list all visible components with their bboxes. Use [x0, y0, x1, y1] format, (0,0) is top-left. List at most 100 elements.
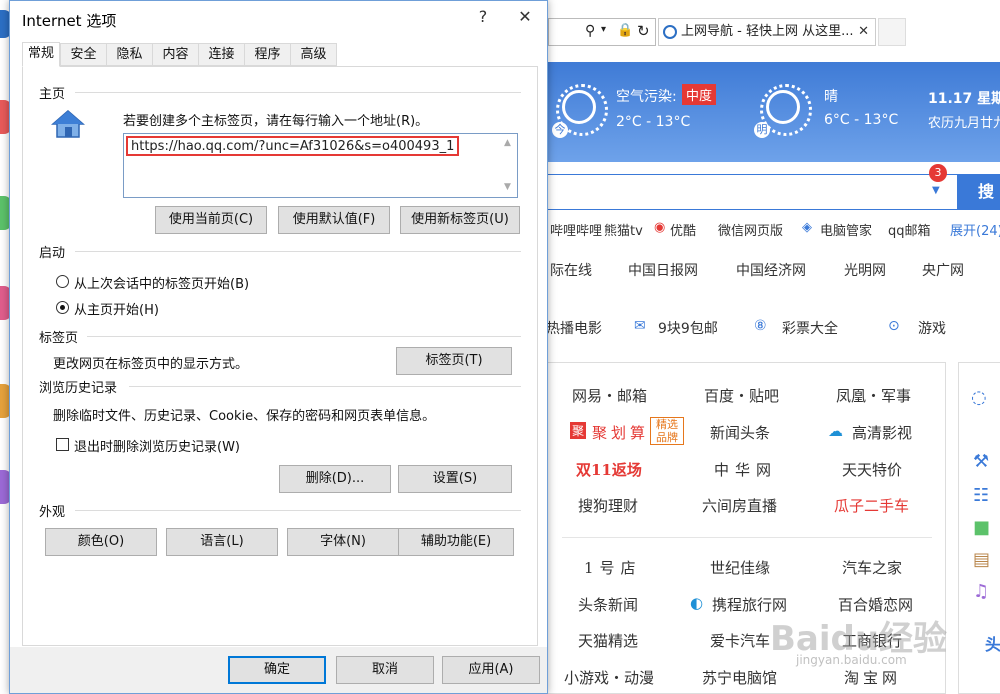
site-link[interactable]: 汽车之家 [842, 557, 902, 578]
delete-history-button[interactable]: 删除(D)... [279, 465, 391, 493]
textarea-scrollbar[interactable]: ▲ ▼ [501, 134, 517, 197]
dialog-title: Internet 选项 [22, 12, 117, 30]
quick-link[interactable]: 熊猫tv [604, 220, 643, 239]
tab-connections[interactable]: 连接 [198, 43, 245, 66]
quick-link[interactable]: 哔哩哔哩 [550, 220, 602, 239]
browser-tab[interactable]: 上网导航 - 轻快上网 从这里... ✕ [658, 18, 876, 46]
site-link[interactable]: 凤凰・军事 [836, 385, 911, 406]
side-tab[interactable]: 头 [985, 631, 1000, 655]
site-link[interactable]: 中华网 [714, 459, 777, 480]
site-link[interactable]: 聚划算 [592, 422, 649, 443]
tab-privacy[interactable]: 隐私 [106, 43, 153, 66]
tab-advanced[interactable]: 高级 [290, 43, 337, 66]
search-input[interactable]: ▼ [548, 174, 958, 210]
news-link[interactable]: 光明网 [844, 260, 886, 280]
delete-on-exit-checkbox[interactable] [56, 438, 69, 451]
languages-button[interactable]: 语言(L) [166, 528, 278, 556]
ok-button[interactable]: 确定 [228, 656, 326, 684]
tabs-settings-button[interactable]: 标签页(T) [396, 347, 512, 375]
history-settings-button[interactable]: 设置(S) [398, 465, 512, 493]
quick-link[interactable]: qq邮箱 [888, 220, 931, 239]
quick-link[interactable]: 微信网页版 [718, 220, 783, 239]
refresh-icon[interactable]: ↻ [637, 22, 650, 40]
feature-link[interactable]: 热播电影 [546, 318, 602, 338]
news-link[interactable]: 际在线 [550, 260, 592, 280]
chevron-down-icon[interactable]: ▾ [601, 24, 606, 35]
site-link[interactable]: 新闻头条 [710, 422, 770, 443]
site-link[interactable]: 双11返场 [576, 459, 642, 480]
tab-security[interactable]: 安全 [60, 43, 107, 66]
app-icon[interactable]: ■ [973, 517, 990, 538]
new-tab-button[interactable] [878, 18, 906, 46]
site-link[interactable]: 淘宝网 [844, 667, 901, 688]
tab-content[interactable]: 内容 [152, 43, 199, 66]
shield-icon: ◈ [802, 220, 812, 235]
site-link[interactable]: 六间房直播 [702, 495, 777, 516]
apply-button[interactable]: 应用(A) [442, 656, 540, 684]
air-level-badge: 中度 [682, 84, 717, 105]
quick-link[interactable]: 电脑管家 [820, 220, 872, 239]
quick-link[interactable]: 优酷 [670, 220, 696, 239]
search-icon[interactable]: ⚲ [585, 23, 595, 39]
address-bar-controls[interactable]: ⚲ ▾ 🔒 ↻ [548, 18, 656, 46]
site-link[interactable]: 瓜子二手车 [834, 495, 909, 516]
radio-home-page[interactable] [56, 301, 69, 314]
site-link[interactable]: 天猫精选 [578, 630, 638, 651]
music-icon[interactable]: ♫ [973, 581, 989, 602]
feature-link[interactable]: 9块9包邮 [658, 318, 718, 338]
history-desc: 删除临时文件、历史记录、Cookie、保存的密码和网页表单信息。 [53, 409, 436, 424]
tab-general[interactable]: 常规 [22, 42, 60, 67]
news-link[interactable]: 央广网 [922, 260, 964, 280]
site-link[interactable]: 1号店 [584, 557, 642, 578]
close-button[interactable]: ✕ [510, 7, 540, 26]
delete-on-exit-label[interactable]: 退出时删除浏览历史记录(W) [74, 436, 240, 455]
search-button[interactable]: 搜 [958, 174, 1000, 210]
side-widget-panel: ◌ ⚒ ☷ ■ ▤ ♫ 头 [958, 362, 1000, 694]
site-link[interactable]: 百度・贴吧 [704, 385, 779, 406]
news-link[interactable]: 中国经济网 [736, 260, 806, 280]
tomorrow-temp: 6°C - 13°C [824, 112, 899, 128]
close-tab-icon[interactable]: ✕ [858, 19, 869, 45]
site-link[interactable]: 小游戏・动漫 [564, 667, 654, 688]
chevron-up-icon[interactable]: ▲ [504, 138, 511, 148]
site-link[interactable]: 高清影视 [852, 422, 912, 443]
help-button[interactable]: ? [468, 7, 498, 26]
book-icon[interactable]: ▤ [973, 549, 990, 570]
cancel-button[interactable]: 取消 [336, 656, 434, 684]
news-link[interactable]: 中国日报网 [628, 260, 698, 280]
site-link[interactable]: 搜狗理财 [578, 495, 638, 516]
divider [75, 251, 521, 252]
site-link[interactable]: 头条新闻 [578, 594, 638, 615]
use-new-tab-button[interactable]: 使用新标签页(U) [400, 206, 520, 234]
homepage-url-textarea[interactable]: https://hao.qq.com/?unc=Af31026&s=o40049… [123, 133, 518, 198]
site-link[interactable]: 天天特价 [842, 459, 902, 480]
section-homepage: 主页 [39, 87, 66, 102]
site-link[interactable]: 世纪佳缘 [710, 557, 770, 578]
accessibility-button[interactable]: 辅助功能(E) [398, 528, 514, 556]
colors-button[interactable]: 颜色(O) [45, 528, 157, 556]
use-default-button[interactable]: 使用默认值(F) [278, 206, 390, 234]
feature-link[interactable]: 游戏 [918, 318, 946, 338]
fonts-button[interactable]: 字体(N) [287, 528, 399, 556]
house-icon [50, 109, 86, 143]
general-tab-panel: 主页 若要创建多个主标签页，请在每行输入一个地址(R)。 https://hao… [22, 66, 538, 646]
divider [562, 537, 932, 538]
tab-programs[interactable]: 程序 [244, 43, 291, 66]
chevron-down-icon[interactable]: ▼ [932, 185, 940, 196]
radio-last-session[interactable] [56, 275, 69, 288]
site-link[interactable]: 苏宁电脑馆 [702, 667, 777, 688]
site-link[interactable]: 网易・邮箱 [572, 385, 647, 406]
lottery-icon: ⑧ [754, 318, 767, 334]
homepage-url[interactable]: https://hao.qq.com/?unc=Af31026&s=o40049… [126, 136, 460, 156]
expand-link[interactable]: 展开(24) [950, 220, 1000, 239]
section-startup: 启动 [39, 246, 66, 261]
site-link[interactable]: 爱卡汽车 [710, 630, 770, 651]
basket-icon[interactable]: ☷ [973, 485, 989, 506]
radio-home-page-label[interactable]: 从主页开始(H) [74, 299, 159, 318]
chevron-down-icon[interactable]: ▼ [504, 182, 511, 192]
tools-icon[interactable]: ⚒ [973, 451, 989, 472]
radio-last-session-label[interactable]: 从上次会话中的标签页开始(B) [74, 273, 249, 292]
use-current-button[interactable]: 使用当前页(C) [155, 206, 267, 234]
feature-link[interactable]: 彩票大全 [782, 318, 838, 338]
qq-icon[interactable]: ◌ [971, 387, 987, 408]
